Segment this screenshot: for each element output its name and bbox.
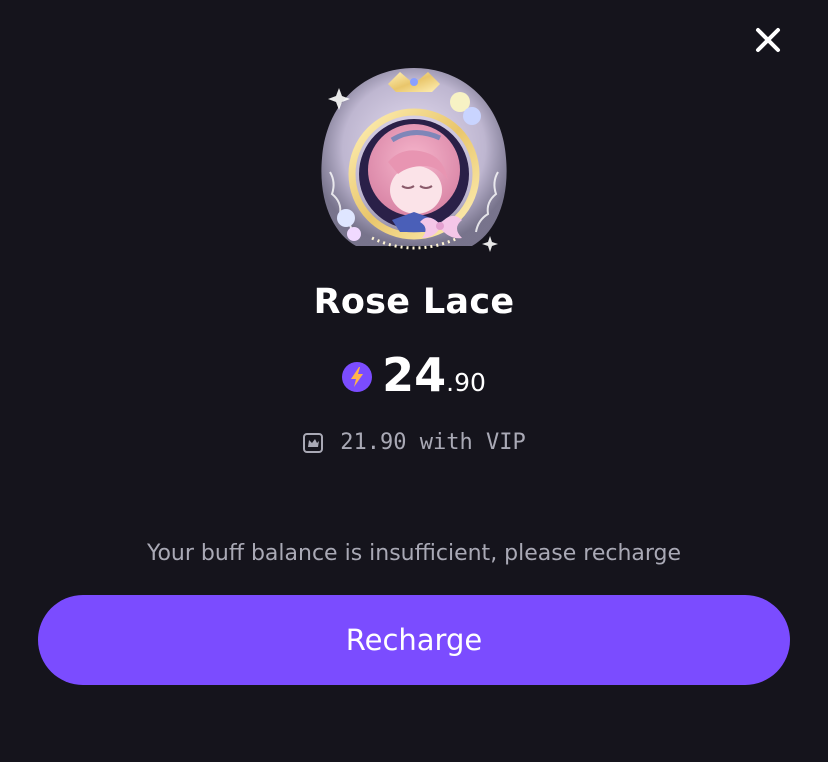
insufficient-balance-notice: Your buff balance is insufficient, pleas… [146,541,682,566]
close-button[interactable] [748,20,788,60]
vip-price: 21.90 with VIP [0,430,828,455]
close-icon [748,20,788,60]
vip-price-text: 21.90 with VIP [340,430,526,455]
lightning-coin-icon [342,362,373,392]
price-decimal: .90 [446,368,486,397]
avatar-frame-image [312,62,516,262]
recharge-button-label: Recharge [345,623,483,657]
vip-crown-icon [302,432,324,454]
item-name: Rose Lace [313,282,515,322]
price-integer: 24 [382,348,447,402]
price: 24 .90 [0,348,828,402]
recharge-button[interactable]: Recharge [38,595,790,685]
